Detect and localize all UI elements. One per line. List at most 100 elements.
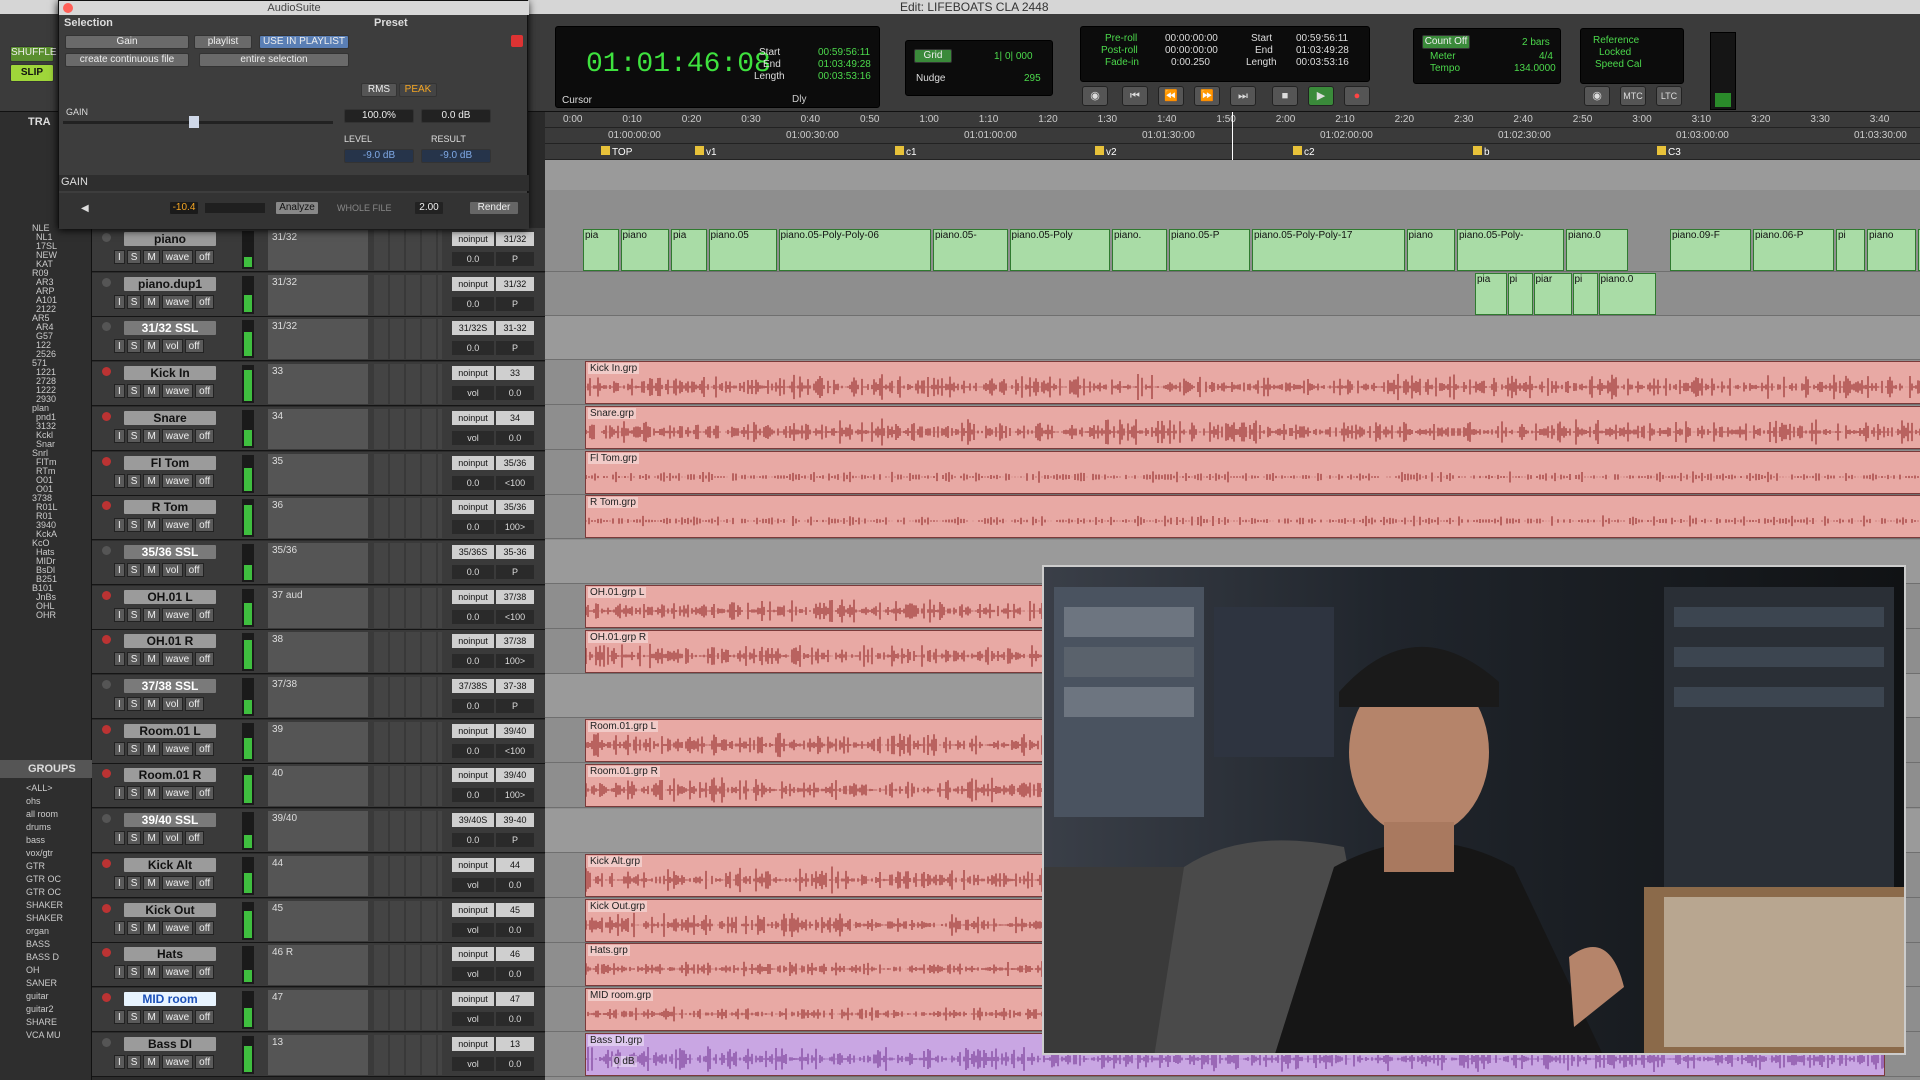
track-list-item[interactable]: 3738 xyxy=(4,494,90,503)
solo-button[interactable]: S xyxy=(126,1054,142,1069)
input-selector[interactable]: noinput xyxy=(452,232,494,246)
input-monitor-button[interactable]: I xyxy=(114,697,125,711)
track-header[interactable]: piano.dup1 I S Mwave off 31/32 noinput 31/32 0.0… xyxy=(92,272,545,317)
fadein-label[interactable]: Fade-in xyxy=(1105,57,1139,68)
track-name[interactable]: 35/36 SSL xyxy=(124,544,216,559)
track-comments[interactable]: 34 xyxy=(268,408,368,449)
input-selector[interactable]: 31/32S xyxy=(452,321,494,336)
track-list-item[interactable]: A101 xyxy=(4,296,90,305)
track-name[interactable]: R Tom xyxy=(124,500,216,515)
volume-value[interactable]: 0.0 xyxy=(452,743,494,758)
input-selector[interactable]: noinput xyxy=(452,455,494,470)
timebase-selector[interactable]: off xyxy=(195,1009,215,1024)
group-list-item[interactable]: SHAKER xyxy=(4,899,90,912)
mute-button[interactable]: M xyxy=(143,920,160,935)
track-view-selector[interactable]: vol xyxy=(161,339,183,354)
stop-icon[interactable]: ■ xyxy=(1272,86,1298,106)
timebase-selector[interactable]: off xyxy=(195,965,215,980)
record-enable-icon[interactable] xyxy=(102,590,111,600)
mute-button[interactable]: M xyxy=(143,652,160,667)
track-view-selector[interactable]: wave xyxy=(161,741,194,756)
track-list-item[interactable]: 2728 xyxy=(4,377,90,386)
track-list-item[interactable]: AR5 xyxy=(4,314,90,323)
track-name[interactable]: Kick Alt xyxy=(124,857,216,872)
solo-button[interactable]: S xyxy=(126,697,142,711)
track-view-selector[interactable]: vol xyxy=(161,697,183,711)
input-selector[interactable]: noinput xyxy=(452,634,494,649)
pan-value[interactable]: P xyxy=(496,699,534,713)
timebase-selector[interactable]: off xyxy=(195,741,215,756)
track-list-item[interactable]: O01 xyxy=(4,485,90,494)
pan-value[interactable]: 0.0 xyxy=(496,877,534,892)
return-to-zero-icon[interactable]: ⏮ xyxy=(1122,86,1148,106)
volume-value[interactable]: vol xyxy=(452,967,494,982)
output-selector[interactable]: 47 xyxy=(496,991,534,1006)
track-view-selector[interactable]: wave xyxy=(161,786,194,801)
output-selector[interactable]: 35/36 xyxy=(496,455,534,470)
group-list-item[interactable]: GTR OC xyxy=(4,886,90,899)
ltc-button[interactable]: LTC xyxy=(1656,86,1682,106)
solo-button[interactable]: S xyxy=(126,562,142,577)
solo-button[interactable]: S xyxy=(126,384,142,399)
input-selector[interactable]: noinput xyxy=(452,991,494,1006)
pan-value[interactable]: 0.0 xyxy=(496,1011,534,1026)
pan-value[interactable]: P xyxy=(496,833,534,848)
track-list-item[interactable]: 1221 xyxy=(4,368,90,377)
audio-lane[interactable]: Kick In.grp xyxy=(545,361,1920,405)
postroll-value[interactable]: 00:00:00:00 xyxy=(1165,45,1218,56)
pan-value[interactable]: <100 xyxy=(496,475,534,490)
record-enable-icon[interactable] xyxy=(102,769,111,779)
volume-value[interactable]: 0.0 xyxy=(452,296,494,311)
pan-value[interactable]: 0.0 xyxy=(496,922,534,937)
solo-button[interactable]: S xyxy=(126,250,142,264)
track-comments[interactable]: 39 xyxy=(268,721,368,762)
track-list-item[interactable]: AR4 xyxy=(4,323,90,332)
track-list-item[interactable]: JnBs xyxy=(4,593,90,602)
grid-value[interactable]: 1| 0| 000 xyxy=(994,51,1033,62)
track-list-item[interactable]: KckA xyxy=(4,530,90,539)
track-list-item[interactable]: 3940 xyxy=(4,521,90,530)
track-view-selector[interactable]: wave xyxy=(161,652,194,667)
timebase-selector[interactable]: off xyxy=(184,831,204,846)
track-header[interactable]: Hats I S Mwave off 46 R noinput 46 vol 0.0 xyxy=(92,943,545,988)
input-monitor-button[interactable]: I xyxy=(114,562,125,577)
input-selector[interactable]: noinput xyxy=(452,589,494,604)
output-selector[interactable]: 45 xyxy=(496,902,534,917)
insert-slots[interactable] xyxy=(374,498,442,539)
mute-button[interactable]: M xyxy=(143,607,160,622)
track-list-item[interactable]: O01 xyxy=(4,476,90,485)
track-comments[interactable]: 40 xyxy=(268,766,368,807)
pan-value[interactable]: P xyxy=(496,341,534,356)
input-monitor-button[interactable]: I xyxy=(114,920,125,935)
insert-slots[interactable] xyxy=(374,364,442,405)
mute-button[interactable]: M xyxy=(143,250,160,264)
mute-button[interactable]: M xyxy=(143,697,160,711)
volume-value[interactable]: 0.0 xyxy=(452,833,494,848)
input-monitor-button[interactable]: I xyxy=(114,1009,125,1024)
record-enable-icon[interactable] xyxy=(102,992,111,1002)
track-header[interactable]: Room.01 R I S Mwave off 40 noinput 39/40 0.0 100> xyxy=(92,764,545,809)
preroll-label[interactable]: Pre-roll xyxy=(1105,33,1137,44)
group-list-item[interactable]: OH xyxy=(4,964,90,977)
track-list-item[interactable]: AR3 xyxy=(4,278,90,287)
output-selector[interactable]: 33 xyxy=(496,366,534,381)
track-comments[interactable]: 37/38 xyxy=(268,677,368,717)
timebase-selector[interactable]: off xyxy=(195,920,215,935)
piano-clip[interactable]: pia xyxy=(583,229,619,271)
track-view-selector[interactable]: wave xyxy=(161,473,194,488)
input-monitor-button[interactable]: I xyxy=(114,250,125,264)
record-enable-icon[interactable] xyxy=(102,724,111,734)
track-list-item[interactable]: R01 xyxy=(4,512,90,521)
volume-value[interactable]: 0.0 xyxy=(452,699,494,713)
input-monitor-button[interactable]: I xyxy=(114,428,125,443)
group-list-item[interactable]: drums xyxy=(4,821,90,834)
track-header[interactable]: MID room I S Mwave off 47 noinput 47 vol 0.0 xyxy=(92,987,545,1032)
track-comments[interactable]: 31/32 xyxy=(268,319,368,360)
track-view-selector[interactable]: wave xyxy=(161,518,194,533)
track-view-selector[interactable]: vol xyxy=(161,562,183,577)
piano-clip[interactable]: piano.05-P xyxy=(1169,229,1250,271)
pan-value[interactable]: P xyxy=(496,296,534,311)
group-list-item[interactable]: SHAKER xyxy=(4,912,90,925)
marker[interactable]: TOP xyxy=(601,146,632,158)
input-monitor-button[interactable]: I xyxy=(114,294,125,309)
